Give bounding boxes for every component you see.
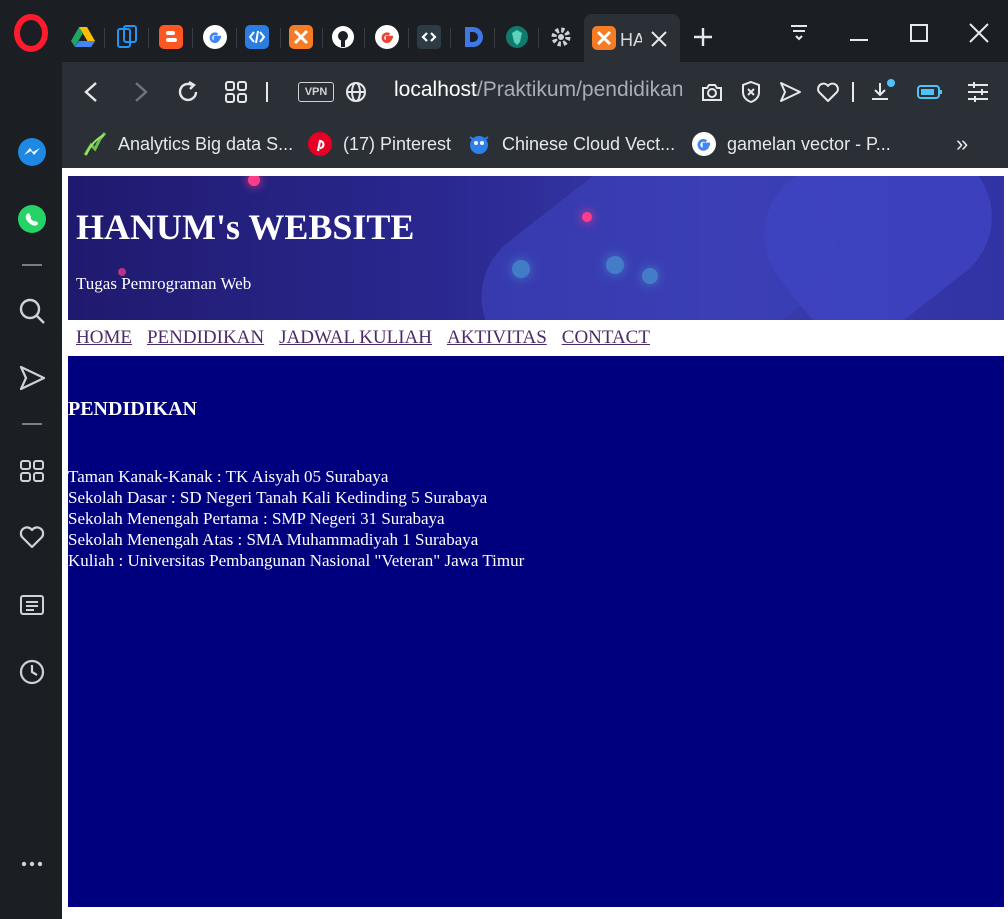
blogger-icon[interactable]: [158, 24, 184, 50]
easy-setup-icon[interactable]: [964, 78, 992, 106]
header-decoration: [582, 212, 592, 222]
more-icon[interactable]: [16, 848, 48, 880]
maximize-icon[interactable]: [904, 18, 934, 48]
codeacademy-icon[interactable]: [416, 24, 442, 50]
list-item: Kuliah : Universitas Pembangunan Nasiona…: [68, 551, 525, 570]
whatsapp-icon[interactable]: [16, 203, 48, 235]
opera-logo-icon[interactable]: [14, 14, 48, 52]
site-title: HANUM's WEBSITE: [76, 207, 415, 247]
back-icon[interactable]: [78, 78, 106, 106]
shield-tab-icon[interactable]: [504, 24, 530, 50]
main-content: PENDIDIKAN Taman Kanak-Kanak : TK Aisyah…: [68, 356, 1004, 907]
address-toolbar: VPN localhost/Praktikum/pendidikan: [62, 62, 1008, 120]
google-tab-icon[interactable]: [202, 24, 228, 50]
new-tab-icon[interactable]: [690, 24, 716, 50]
bookmark-cloud[interactable]: Chinese Cloud Vect...: [466, 130, 675, 158]
tab-strip: HA: [62, 0, 1008, 62]
bookmarks-bar: Analytics Big data S... (17) Pinterest C…: [62, 120, 1008, 168]
heart-icon[interactable]: [16, 521, 48, 553]
nav-link-pendidikan[interactable]: PENDIDIKAN: [147, 327, 264, 349]
speed-dial-icon[interactable]: [16, 455, 48, 487]
url-path: /Praktikum/pendidikan: [476, 78, 682, 101]
google-tab-icon[interactable]: [374, 24, 400, 50]
bookmark-label: Chinese Cloud Vect...: [502, 133, 676, 154]
send-page-icon[interactable]: [776, 78, 804, 106]
url-host: localhost: [394, 78, 477, 101]
section-heading: PENDIDIKAN: [68, 398, 197, 420]
bookmark-analytics[interactable]: Analytics Big data S...: [82, 130, 293, 158]
ad-block-icon[interactable]: [737, 78, 765, 106]
close-tab-icon[interactable]: [650, 30, 668, 53]
page-viewport: HANUM's WEBSITE Tugas Pemrograman Web HO…: [62, 168, 1008, 919]
search-icon[interactable]: [16, 295, 48, 327]
xampp-icon: [592, 26, 616, 55]
battery-saver-icon[interactable]: [916, 78, 944, 106]
site-header: HANUM's WEBSITE Tugas Pemrograman Web: [68, 176, 1004, 320]
education-list: Taman Kanak-Kanak : TK Aisyah 05 Surabay…: [68, 466, 524, 571]
header-decoration: [642, 268, 658, 284]
google-drive-icon[interactable]: [70, 24, 96, 50]
site-nav: HOME PENDIDIKAN JADWAL KULIAH AKTIVITAS …: [76, 327, 650, 349]
active-tab[interactable]: HA: [584, 14, 680, 62]
list-item: Sekolah Menengah Pertama : SMP Negeri 31…: [68, 509, 445, 528]
xampp-icon[interactable]: [288, 24, 314, 50]
sidebar-separator: [22, 423, 42, 425]
minimize-icon[interactable]: [844, 18, 874, 48]
site-subtitle: Tugas Pemrograman Web: [76, 274, 252, 293]
settings-icon[interactable]: [548, 24, 574, 50]
send-icon[interactable]: [16, 362, 48, 394]
header-decoration: [248, 176, 260, 186]
tab-menu-icon[interactable]: [784, 18, 814, 48]
bookmarks-overflow-button[interactable]: »: [956, 130, 968, 158]
analytics-icon: [82, 131, 108, 157]
bookmark-label: gamelan vector - P...: [727, 133, 891, 154]
header-decoration: [606, 256, 624, 274]
download-icon[interactable]: [868, 78, 896, 106]
code-tab-icon[interactable]: [244, 24, 270, 50]
list-item: Taman Kanak-Kanak : TK Aisyah 05 Surabay…: [68, 467, 389, 486]
bookmark-pinterest[interactable]: (17) Pinterest: [307, 130, 451, 158]
dicoding-icon[interactable]: [460, 24, 486, 50]
list-item: Sekolah Menengah Atas : SMA Muhammadiyah…: [68, 530, 479, 549]
history-icon[interactable]: [16, 656, 48, 688]
close-window-icon[interactable]: [964, 18, 994, 48]
docs-tab-icon[interactable]: [114, 24, 140, 50]
reload-icon[interactable]: [174, 78, 202, 106]
toolbar-separator: [266, 82, 268, 102]
news-icon[interactable]: [16, 589, 48, 621]
tabs-grid-icon[interactable]: [222, 78, 250, 106]
active-tab-title: HA: [620, 30, 642, 50]
bookmark-label: (17) Pinterest: [343, 133, 452, 154]
nav-link-contact[interactable]: CONTACT: [562, 327, 650, 349]
messenger-icon[interactable]: [16, 136, 48, 168]
address-bar[interactable]: localhost/Praktikum/pendidikan: [394, 78, 682, 102]
header-decoration: [512, 260, 530, 278]
bookmark-label: Analytics Big data S...: [118, 133, 294, 154]
pinterest-icon: [307, 131, 333, 157]
bookmark-heart-icon[interactable]: [814, 78, 842, 106]
toolbar-separator: [852, 82, 854, 102]
google-icon: [691, 131, 717, 157]
nav-link-aktivitas[interactable]: AKTIVITAS: [447, 327, 547, 349]
globe-icon[interactable]: [342, 78, 370, 106]
camera-icon[interactable]: [698, 78, 726, 106]
list-item: Sekolah Dasar : SD Negeri Tanah Kali Ked…: [68, 488, 488, 507]
nav-link-jadwal-kuliah[interactable]: JADWAL KULIAH: [279, 327, 432, 349]
nav-link-home[interactable]: HOME: [76, 327, 132, 349]
sidebar-separator: [22, 264, 42, 266]
bookmark-gamelan[interactable]: gamelan vector - P...: [691, 130, 891, 158]
cloud-icon: [466, 131, 492, 157]
vpn-badge[interactable]: VPN: [298, 82, 334, 102]
browser-sidebar: [0, 0, 62, 919]
github-icon[interactable]: [330, 24, 356, 50]
forward-icon[interactable]: [126, 78, 154, 106]
